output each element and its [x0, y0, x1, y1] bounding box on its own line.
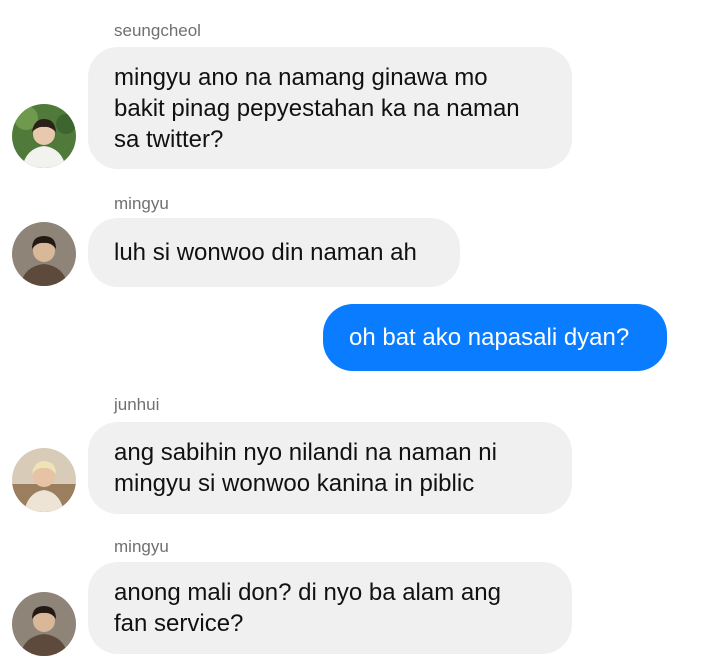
sender-name: seungcheol: [114, 21, 201, 40]
profile-photo: [12, 222, 76, 286]
message-bubble[interactable]: ang sabihin nyo nilandi na naman ni ming…: [88, 422, 572, 514]
sender-name: mingyu: [114, 194, 169, 213]
mingyu-avatar[interactable]: [12, 222, 76, 286]
seungcheol-avatar[interactable]: [12, 104, 76, 168]
message-bubble[interactable]: mingyu ano na namang ginawa mo bakit pin…: [88, 47, 572, 169]
outgoing-message-bubble[interactable]: oh bat ako napasali dyan?: [323, 304, 667, 371]
sender-name: mingyu: [114, 537, 169, 556]
message-bubble[interactable]: luh si wonwoo din naman ah: [88, 218, 460, 287]
sender-name: junhui: [114, 395, 160, 414]
profile-photo: [12, 104, 76, 168]
message-bubble[interactable]: anong mali don? di nyo ba alam ang fan s…: [88, 562, 572, 654]
junhui-avatar[interactable]: [12, 448, 76, 512]
chat-thread: seungcheol mingyu ano na namang ginawa m…: [0, 0, 720, 672]
profile-photo: [12, 592, 76, 656]
mingyu-avatar[interactable]: [12, 592, 76, 656]
profile-photo: [12, 448, 76, 512]
